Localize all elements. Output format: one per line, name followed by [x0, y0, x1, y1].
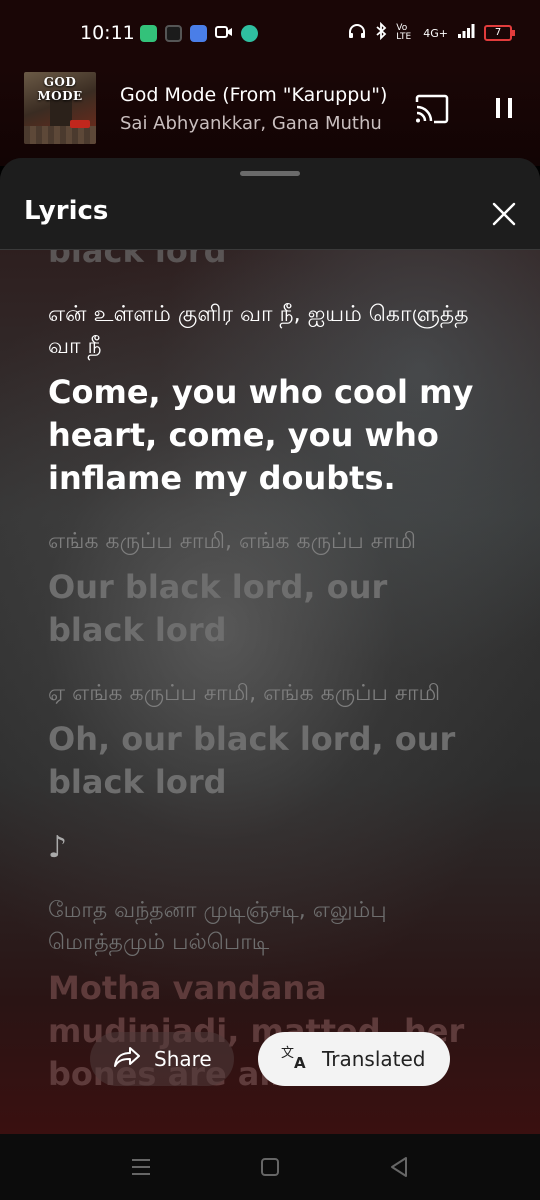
mini-player[interactable]: GOD MODE God Mode (From "Karuppu") Sai A…	[0, 66, 540, 166]
status-app-icons	[140, 24, 258, 43]
share-button[interactable]: Share	[90, 1032, 234, 1086]
lyric-translation: Come, you who cool my heart, come, you w…	[48, 373, 474, 497]
album-art-mark	[70, 120, 90, 128]
pause-icon	[490, 98, 518, 126]
album-art[interactable]: GOD MODE	[24, 72, 96, 144]
status-time: 10:11	[80, 22, 135, 44]
pause-button[interactable]	[490, 94, 518, 122]
lyric-original: மோத வந்தனா முடிஞ்சடி, எலும்பு மொத்தமும் …	[48, 898, 387, 955]
track-artist[interactable]: Sai Abhyankkar, Gana Muthu	[120, 113, 382, 134]
lyrics-title: Lyrics	[24, 196, 109, 226]
translated-toggle[interactable]: 文A Translated	[258, 1032, 450, 1086]
music-note-icon: ♪	[48, 830, 68, 865]
home-icon	[257, 1158, 283, 1184]
menu-icon	[128, 1159, 154, 1184]
signal-icon	[457, 23, 475, 43]
close-button[interactable]	[490, 200, 518, 228]
lyric-line[interactable]: எங்க கருப்ப சாமி, எங்க கருப்ப சாமி Our b…	[48, 526, 478, 652]
status-right: Vo LTE 4G+ 7	[348, 21, 515, 44]
back-button[interactable]	[386, 1154, 412, 1180]
album-art-title: GOD MODE	[37, 75, 83, 103]
network-label: 4G+	[423, 26, 448, 40]
lyric-line-active[interactable]: என் உள்ளம் குளிர வா நீ, ஐயம் கொளுத்த வா …	[48, 299, 478, 500]
svg-text:A: A	[294, 1054, 306, 1071]
lyric-line[interactable]: ஏ எங்க கருப்ப சாமி, எங்க கருப்ப சாமி Oh,…	[48, 678, 478, 804]
system-nav-bar	[0, 1134, 540, 1200]
lyrics-header: Lyrics	[0, 158, 540, 250]
volte-label: Vo LTE	[396, 23, 412, 42]
cast-icon	[414, 94, 450, 128]
battery-saver-icon	[140, 25, 157, 42]
close-icon	[490, 202, 518, 232]
meet-icon	[190, 25, 207, 42]
lyric-translation: Our black lord, our black lord	[48, 568, 388, 649]
lyric-original: எங்க கருப்ப சாமி, எங்க கருப்ப சாமி	[48, 529, 417, 554]
lyrics-sheet: black lord என் உள்ளம் குளிர வா நீ, ஐயம் …	[0, 158, 540, 1134]
home-button[interactable]	[257, 1154, 283, 1180]
headphones-icon	[348, 23, 366, 43]
share-label: Share	[154, 1047, 212, 1071]
lyric-original: என் உள்ளம் குளிர வா நீ, ஐயம் கொளுத்த வா …	[48, 302, 469, 359]
track-title[interactable]: God Mode (From "Karuppu")	[120, 84, 387, 106]
cast-button[interactable]	[414, 94, 450, 124]
lyric-translation: Oh, our black lord, our black lord	[48, 720, 456, 801]
lyric-original: ஏ எங்க கருப்ப சாமி, எங்க கருப்ப சாமி	[48, 681, 441, 706]
lyric-translation: black lord	[48, 250, 227, 270]
drag-handle[interactable]	[240, 171, 300, 176]
lyrics-list[interactable]: black lord என் உள்ளம் குளிர வா நீ, ஐயம் …	[48, 250, 478, 1122]
svg-text:文: 文	[281, 1046, 294, 1061]
video-icon	[215, 24, 233, 43]
bluetooth-icon	[375, 21, 387, 44]
lyrics-viewport[interactable]: black lord என் உள்ளம் குளிர வா நீ, ஐயம் …	[0, 250, 540, 1134]
recents-button[interactable]	[128, 1154, 154, 1180]
translate-icon: 文A	[280, 1043, 322, 1076]
status-bar: 10:11 Vo LTE 4G+ 7	[0, 0, 540, 66]
shazam-icon	[165, 25, 182, 42]
translated-label: Translated	[322, 1047, 426, 1071]
chat-icon	[241, 25, 258, 42]
lyric-line[interactable]: black lord	[48, 250, 478, 273]
back-icon	[386, 1157, 412, 1184]
battery-indicator: 7	[484, 25, 515, 41]
share-icon	[112, 1045, 154, 1074]
album-art-crowd	[24, 126, 96, 144]
